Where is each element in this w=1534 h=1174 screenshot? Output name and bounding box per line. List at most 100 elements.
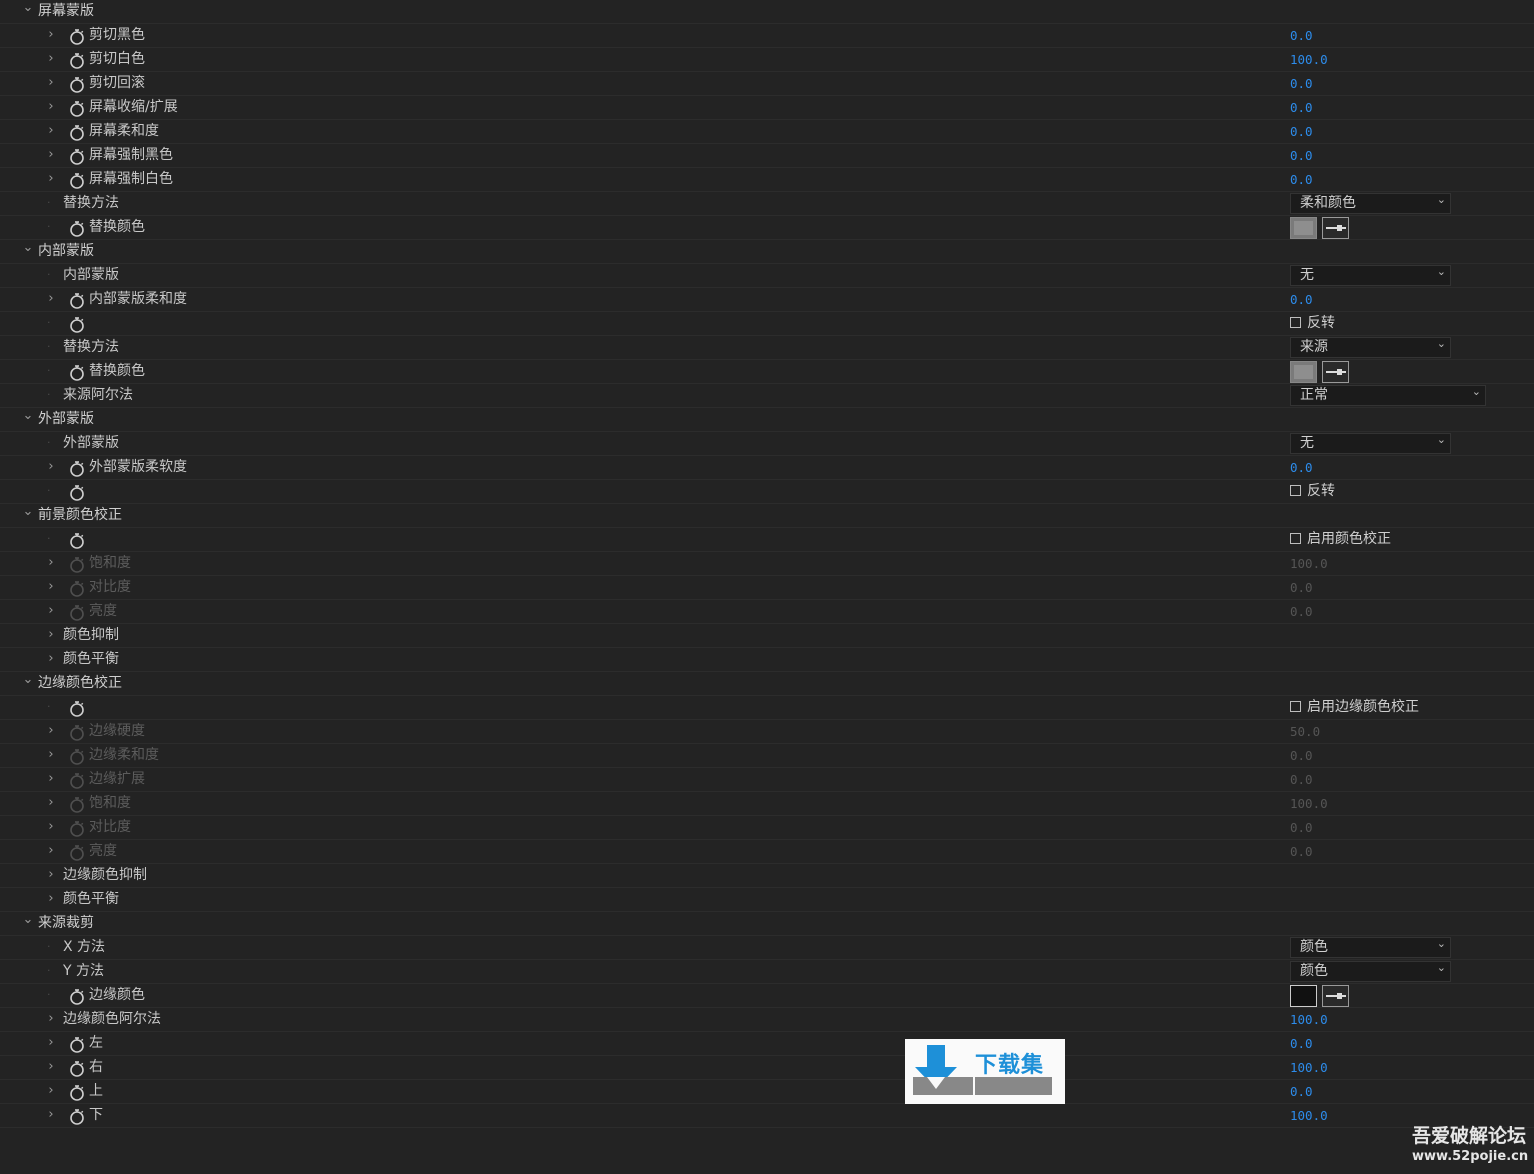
color-swatch[interactable] <box>1290 985 1317 1007</box>
value-scrubber[interactable]: 0.0 <box>1290 24 1313 48</box>
checkbox[interactable]: 反转 <box>1290 480 1335 504</box>
value-scrubber[interactable]: 0.0 <box>1290 1080 1313 1104</box>
twirl-down-icon[interactable]: ⌄ <box>21 912 35 936</box>
value-scrubber[interactable]: 0.0 <box>1290 456 1313 480</box>
checkbox-box[interactable] <box>1290 533 1301 544</box>
stopwatch-icon[interactable] <box>68 316 86 334</box>
indent-dot: · <box>47 316 51 329</box>
twirl-right-icon[interactable]: › <box>44 1008 58 1032</box>
twirl-right-icon[interactable]: › <box>44 168 58 192</box>
twirl-right-icon[interactable]: › <box>44 888 58 912</box>
stopwatch-icon[interactable] <box>68 988 86 1006</box>
stopwatch-icon[interactable] <box>68 124 86 142</box>
swatch-fill <box>1294 221 1313 235</box>
checkbox-box[interactable] <box>1290 701 1301 712</box>
value-scrubber[interactable]: 100.0 <box>1290 1056 1328 1080</box>
checkbox-box[interactable] <box>1290 485 1301 496</box>
value-scrubber[interactable]: 100.0 <box>1290 48 1328 72</box>
dropdown-select[interactable]: 颜色 ⌄ <box>1290 961 1451 982</box>
property-row: › 边缘硬度 50.0 <box>0 720 1534 744</box>
value-scrubber[interactable]: 0.0 <box>1290 144 1313 168</box>
stopwatch-icon[interactable] <box>68 100 86 118</box>
dropdown-select[interactable]: 柔和颜色 ⌄ <box>1290 193 1451 214</box>
value-scrubber[interactable]: 0.0 <box>1290 1032 1313 1056</box>
eyedropper-icon[interactable] <box>1322 985 1349 1007</box>
stopwatch-icon[interactable] <box>68 532 86 550</box>
stopwatch-icon[interactable] <box>68 484 86 502</box>
twirl-right-icon[interactable]: › <box>44 1056 58 1080</box>
twirl-right-icon[interactable]: › <box>44 1104 58 1128</box>
twirl-right-icon[interactable]: › <box>44 120 58 144</box>
dropdown-select[interactable]: 来源 ⌄ <box>1290 337 1451 358</box>
property-label: 替换方法 <box>63 339 119 355</box>
stopwatch-icon[interactable] <box>68 292 86 310</box>
twirl-right-icon[interactable]: › <box>44 552 58 576</box>
twirl-right-icon[interactable]: › <box>44 768 58 792</box>
twirl-right-icon[interactable]: › <box>44 648 58 672</box>
twirl-down-icon[interactable]: ⌄ <box>21 240 35 264</box>
color-swatch[interactable] <box>1290 361 1317 383</box>
stopwatch-icon[interactable] <box>68 172 86 190</box>
dropdown-select[interactable]: 颜色 ⌄ <box>1290 937 1451 958</box>
twirl-right-icon[interactable]: › <box>44 744 58 768</box>
value-scrubber[interactable]: 100.0 <box>1290 1104 1328 1128</box>
value-scrubber[interactable]: 0.0 <box>1290 288 1313 312</box>
value-scrubber[interactable]: 0.0 <box>1290 168 1313 192</box>
twirl-right-icon[interactable]: › <box>44 72 58 96</box>
twirl-down-icon[interactable]: ⌄ <box>21 408 35 432</box>
twirl-right-icon[interactable]: › <box>44 456 58 480</box>
twirl-down-icon[interactable]: ⌄ <box>21 672 35 696</box>
stopwatch-icon[interactable] <box>68 76 86 94</box>
property-row: › 颜色平衡 <box>0 888 1534 912</box>
color-swatch[interactable] <box>1290 217 1317 239</box>
twirl-right-icon[interactable]: › <box>44 576 58 600</box>
stopwatch-icon[interactable] <box>68 460 86 478</box>
stopwatch-icon[interactable] <box>68 1060 86 1078</box>
value-scrubber[interactable]: 0.0 <box>1290 120 1313 144</box>
twirl-right-icon[interactable]: › <box>44 624 58 648</box>
twirl-right-icon[interactable]: › <box>44 288 58 312</box>
twirl-right-icon[interactable]: › <box>44 48 58 72</box>
twirl-right-icon[interactable]: › <box>44 792 58 816</box>
twirl-right-icon[interactable]: › <box>44 96 58 120</box>
twirl-right-icon[interactable]: › <box>44 1080 58 1104</box>
value-scrubber[interactable]: 0.0 <box>1290 72 1313 96</box>
stopwatch-icon[interactable] <box>68 1084 86 1102</box>
checkbox[interactable]: 启用颜色校正 <box>1290 528 1391 552</box>
property-label: 屏幕收缩/扩展 <box>89 99 178 115</box>
twirl-right-icon[interactable]: › <box>44 816 58 840</box>
twirl-right-icon[interactable]: › <box>44 1032 58 1056</box>
twirl-right-icon[interactable]: › <box>44 144 58 168</box>
dropdown-select[interactable]: 无 ⌄ <box>1290 265 1451 286</box>
twirl-down-icon[interactable]: ⌄ <box>21 0 35 24</box>
twirl-right-icon[interactable]: › <box>44 24 58 48</box>
stopwatch-icon[interactable] <box>68 220 86 238</box>
twirl-right-icon[interactable]: › <box>44 840 58 864</box>
stopwatch-icon[interactable] <box>68 28 86 46</box>
twirl-right-icon[interactable]: › <box>44 720 58 744</box>
stopwatch-icon[interactable] <box>68 52 86 70</box>
stopwatch-icon[interactable] <box>68 700 86 718</box>
dropdown-select[interactable]: 无 ⌄ <box>1290 433 1451 454</box>
twirl-right-icon[interactable]: › <box>44 600 58 624</box>
eyedropper-icon[interactable] <box>1322 217 1349 239</box>
stopwatch-icon <box>68 820 86 838</box>
twirl-right-icon[interactable]: › <box>44 864 58 888</box>
checkbox-box[interactable] <box>1290 317 1301 328</box>
property-label: 边缘颜色阿尔法 <box>63 1011 161 1027</box>
dropdown-select[interactable]: 正常 ⌄ <box>1290 385 1486 406</box>
stopwatch-icon[interactable] <box>68 364 86 382</box>
eyedropper-icon[interactable] <box>1322 361 1349 383</box>
stopwatch-icon <box>68 556 86 574</box>
checkbox[interactable]: 启用边缘颜色校正 <box>1290 696 1419 720</box>
stopwatch-icon[interactable] <box>68 148 86 166</box>
property-label: 左 <box>89 1035 103 1051</box>
checkbox[interactable]: 反转 <box>1290 312 1335 336</box>
value-scrubber[interactable]: 0.0 <box>1290 96 1313 120</box>
twirl-down-icon[interactable]: ⌄ <box>21 504 35 528</box>
value-scrubber: 0.0 <box>1290 820 1313 835</box>
chevron-down-icon: ⌄ <box>1436 961 1446 974</box>
stopwatch-icon[interactable] <box>68 1108 86 1126</box>
stopwatch-icon[interactable] <box>68 1036 86 1054</box>
value-scrubber[interactable]: 100.0 <box>1290 1008 1328 1032</box>
